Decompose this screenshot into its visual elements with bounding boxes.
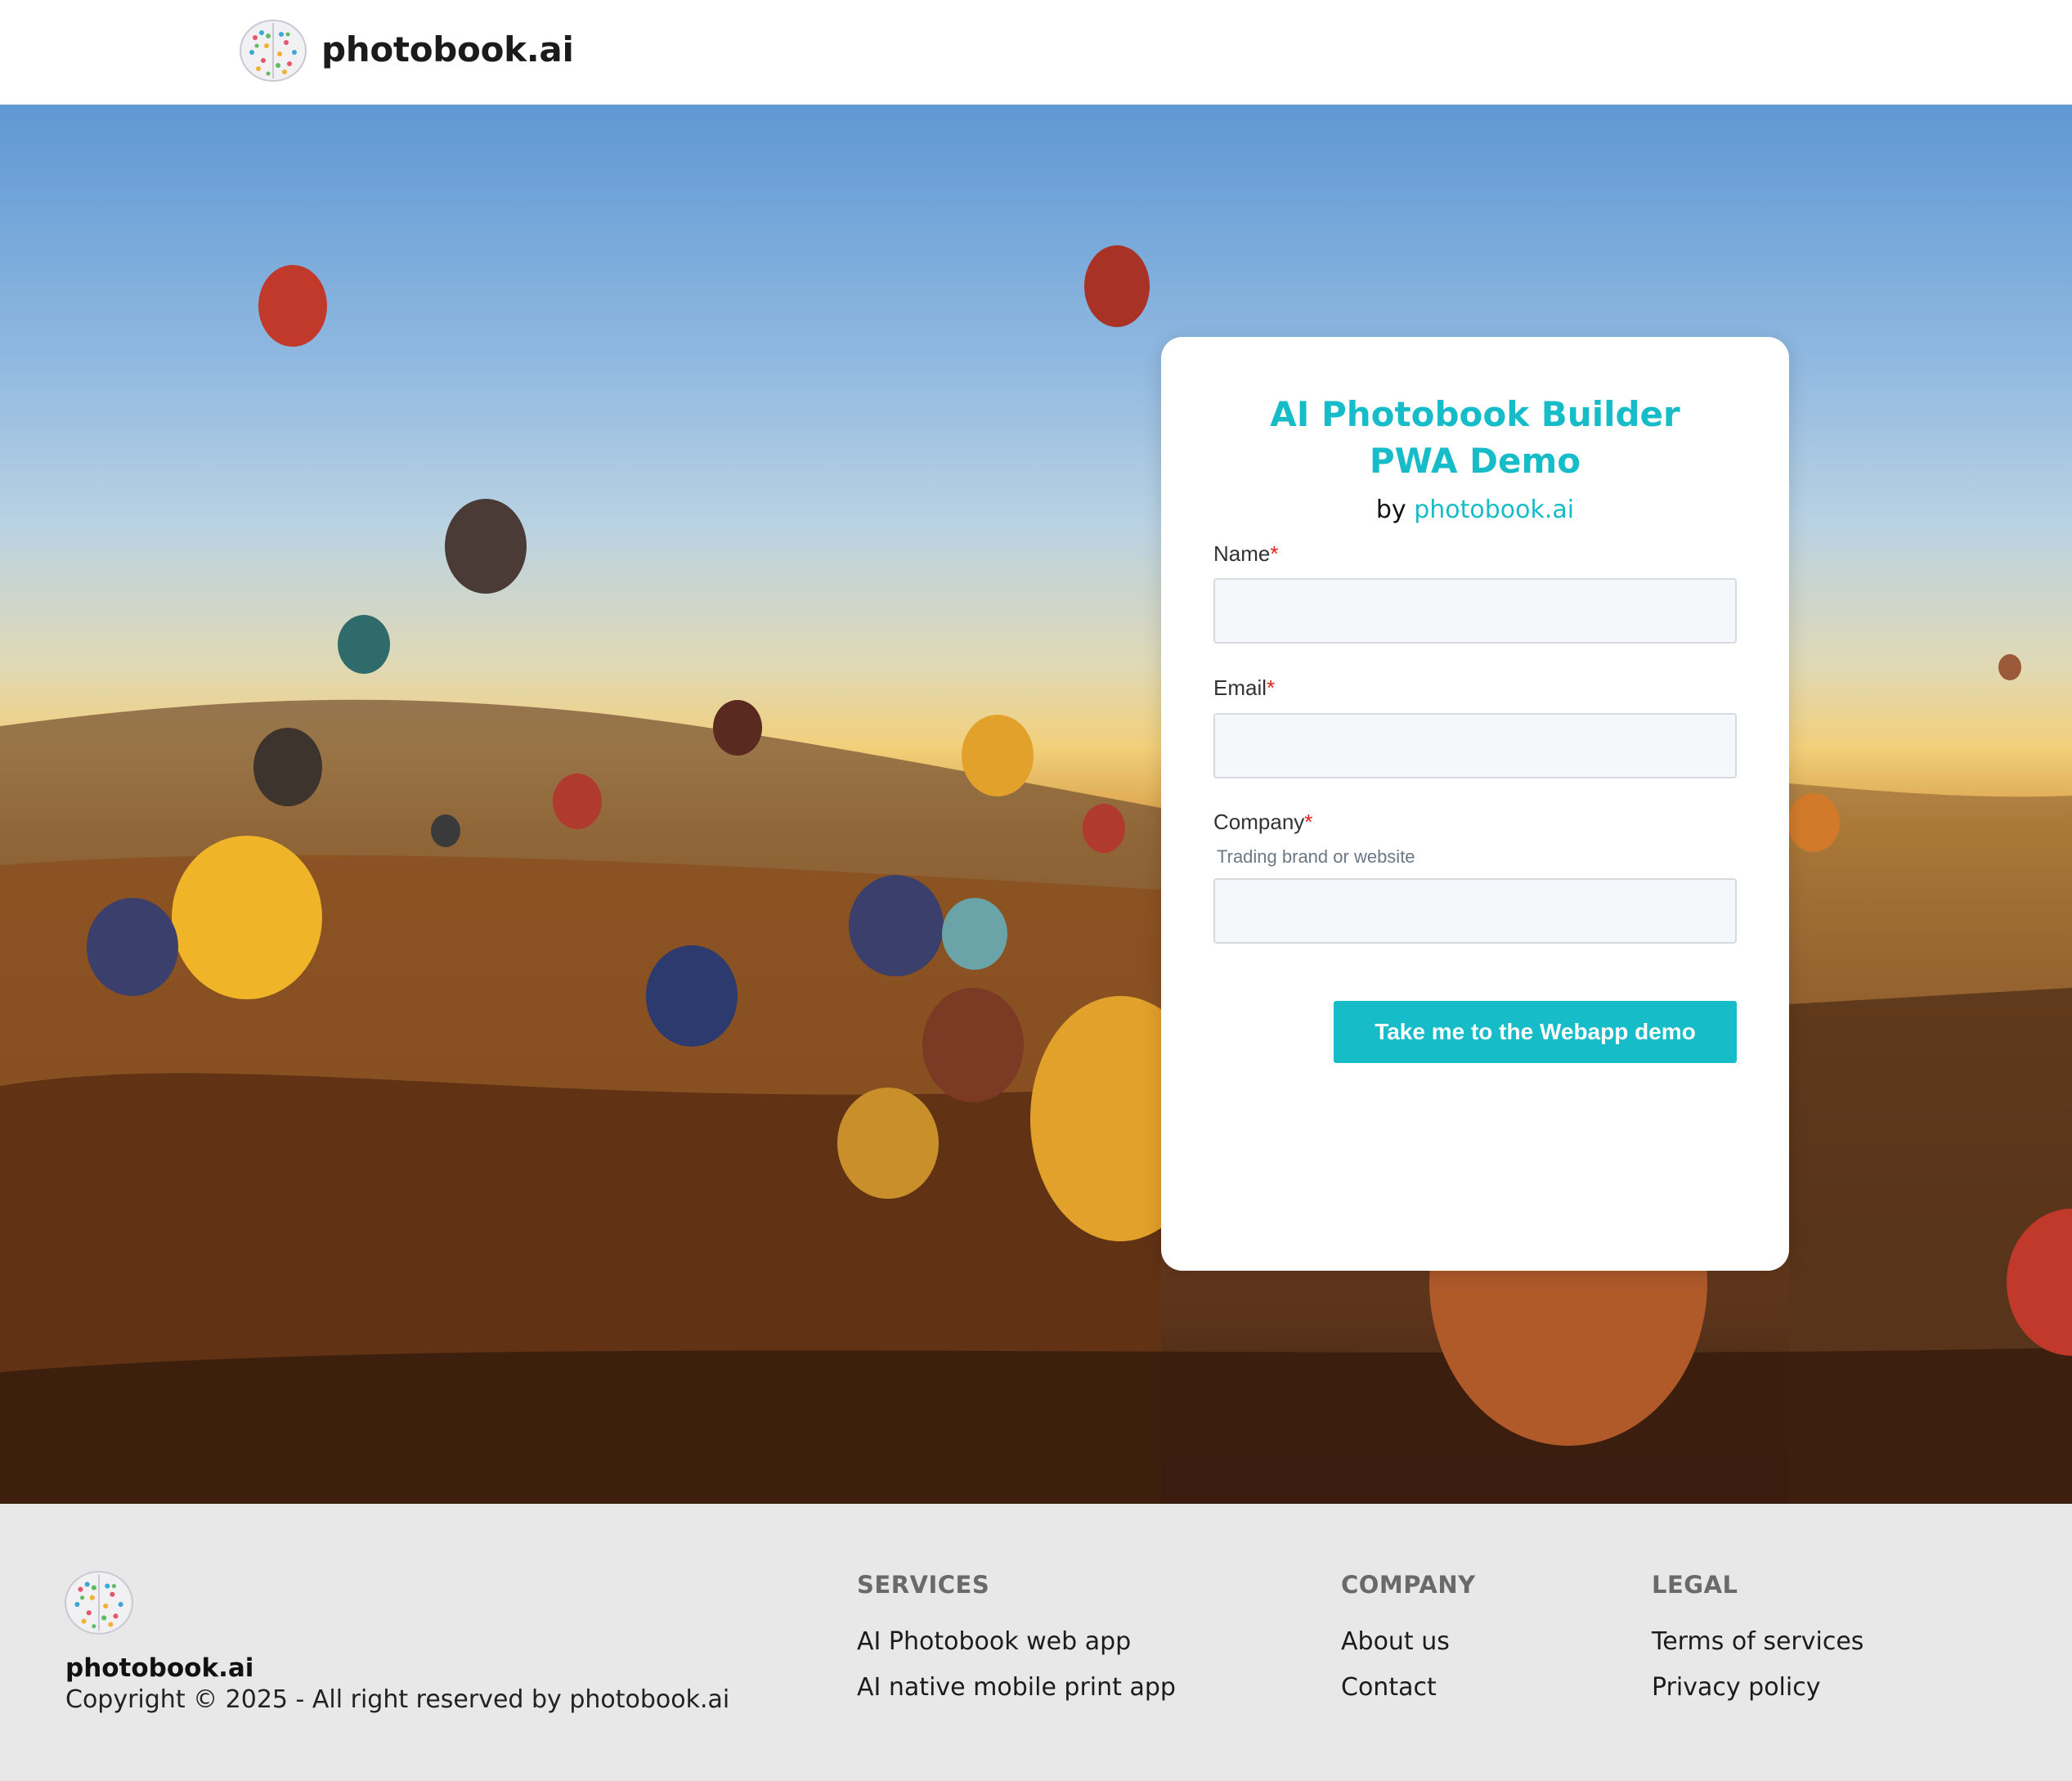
card-title-line1: AI Photobook Builder [1270,394,1680,434]
site-header: photobook.ai [0,0,2072,105]
footer-link-mobile-print-app[interactable]: AI native mobile print app [857,1673,1176,1702]
required-marker: * [1270,541,1279,566]
company-heading: COMPANY [1341,1571,1476,1599]
byline-prefix: by [1375,496,1406,524]
name-label: Name* [1213,541,1278,567]
email-input[interactable] [1213,713,1737,778]
demo-signup-card: AI Photobook Builder PWA Demo by photobo… [1161,337,1789,1271]
company-hint: Trading brand or website [1217,846,1415,867]
footer-link-about-us[interactable]: About us [1341,1627,1450,1656]
footer-link-contact[interactable]: Contact [1341,1673,1437,1702]
card-title-line2: PWA Demo [1369,441,1581,481]
webapp-demo-button[interactable]: Take me to the Webapp demo [1334,1001,1737,1063]
required-marker: * [1304,810,1313,834]
card-byline: by photobook.ai [1161,496,1789,524]
email-label: Email* [1213,675,1275,701]
name-input[interactable] [1213,578,1737,644]
email-label-text: Email [1213,675,1267,700]
company-label: Company* [1213,810,1312,835]
footer-link-terms[interactable]: Terms of services [1652,1627,1863,1656]
services-heading: SERVICES [857,1571,990,1599]
brain-logo-icon[interactable] [239,18,307,83]
copyright-text: Copyright © 2025 - All right reserved by… [65,1685,730,1714]
card-title: AI Photobook Builder PWA Demo [1161,391,1789,484]
name-label-text: Name [1213,541,1271,566]
site-footer: photobook.ai Copyright © 2025 - All righ… [0,1504,2072,1781]
byline-link[interactable]: photobook.ai [1414,496,1574,524]
company-input[interactable] [1213,878,1737,944]
legal-heading: LEGAL [1652,1571,1738,1599]
header-brand[interactable]: photobook.ai [321,29,574,70]
footer-link-photobook-web-app[interactable]: AI Photobook web app [857,1627,1131,1656]
required-marker: * [1267,675,1276,700]
company-label-text: Company [1213,810,1305,834]
footer-link-privacy[interactable]: Privacy policy [1652,1673,1820,1702]
brain-logo-icon[interactable] [64,1569,134,1636]
footer-brand: photobook.ai [65,1653,254,1683]
